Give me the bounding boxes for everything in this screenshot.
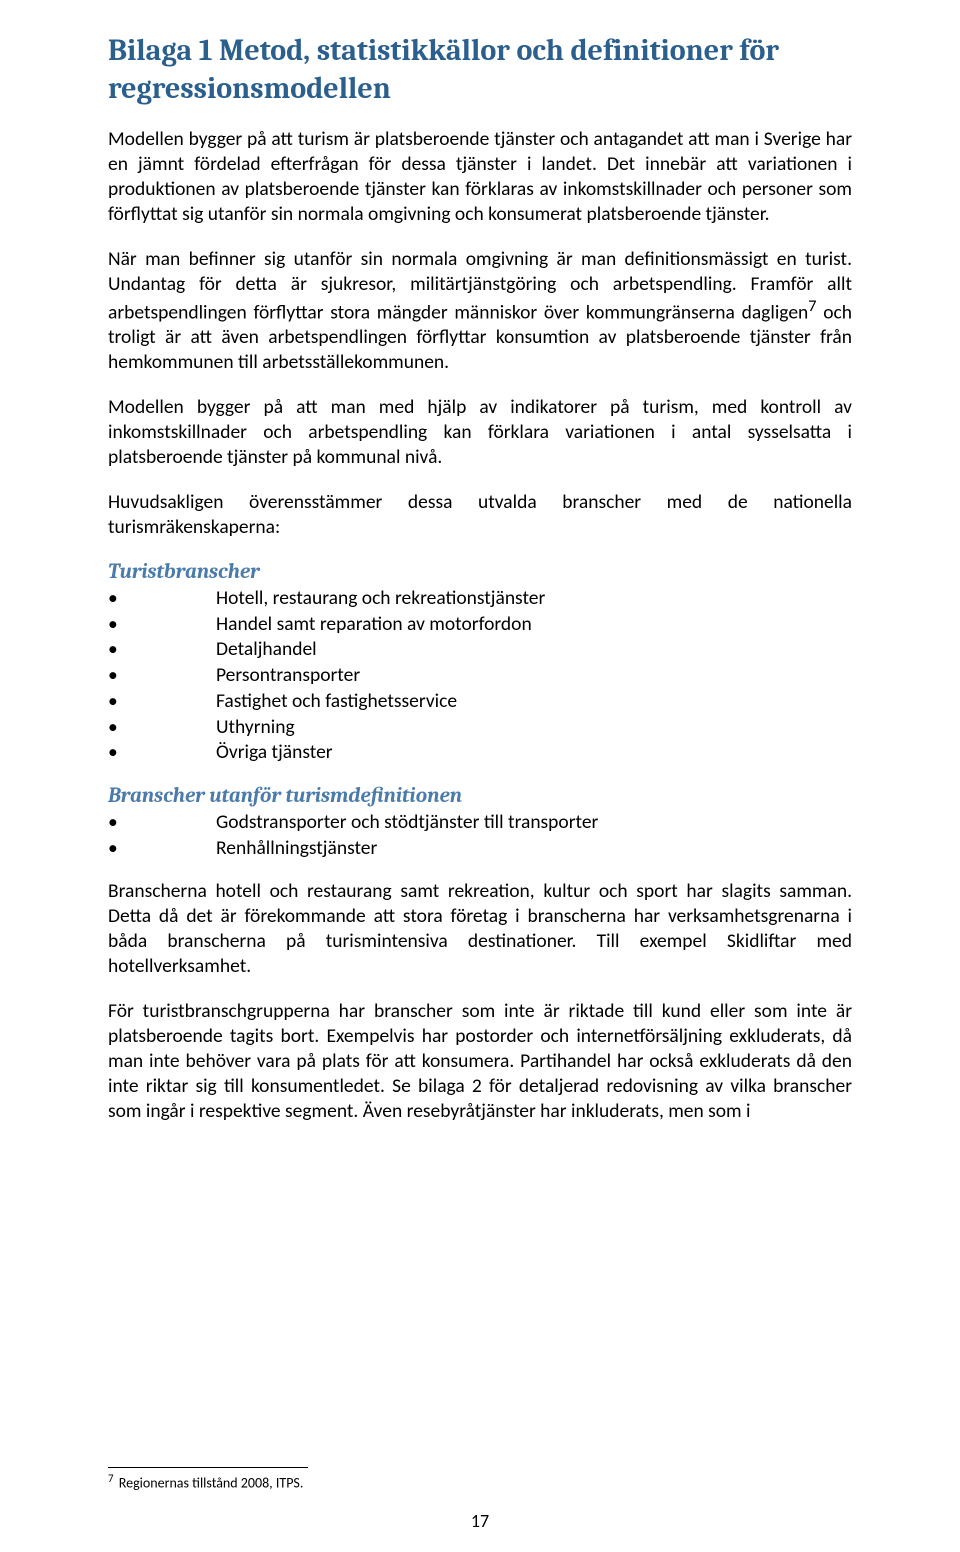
page-number: 17 xyxy=(0,1510,960,1532)
bullet-icon: • xyxy=(108,810,216,836)
list-item-text: Uthyrning xyxy=(216,715,295,741)
bullet-icon: • xyxy=(108,689,216,715)
list-item: •Persontransporter xyxy=(108,663,852,689)
list-item-text: Fastighet och fastighetsservice xyxy=(216,689,457,715)
paragraph-2: När man befinner sig utanför sin normala… xyxy=(108,247,852,375)
footnote-rule xyxy=(108,1467,308,1468)
list-item: •Godstransporter och stödtjänster till t… xyxy=(108,810,852,836)
list-item: •Fastighet och fastighetsservice xyxy=(108,689,852,715)
list-item-text: Handel samt reparation av motorfordon xyxy=(216,612,532,638)
bullet-icon: • xyxy=(108,663,216,689)
list-item: •Detaljhandel xyxy=(108,637,852,663)
list-item: •Renhållningstjänster xyxy=(108,836,852,862)
list-item: •Handel samt reparation av motorfordon xyxy=(108,612,852,638)
bullet-icon: • xyxy=(108,836,216,862)
subheading-branscher-utanfor: Branscher utanför turismdefinitionen xyxy=(108,784,852,808)
list-item-text: Detaljhandel xyxy=(216,637,317,663)
footnote-ref-7: 7 xyxy=(808,297,816,316)
document-page: Bilaga 1 Metod, statistikkällor och defi… xyxy=(0,0,960,1552)
bullet-icon: • xyxy=(108,586,216,612)
bullet-icon: • xyxy=(108,740,216,766)
list-item-text: Godstransporter och stödtjänster till tr… xyxy=(216,810,598,836)
footnote-text: Regionernas tillstånd 2008, ITPS. xyxy=(116,1474,304,1491)
bullet-icon: • xyxy=(108,715,216,741)
list-item: •Hotell, restaurang och rekreationstjäns… xyxy=(108,586,852,612)
list-item-text: Hotell, restaurang och rekreationstjänst… xyxy=(216,586,545,612)
subheading-turistbranscher: Turistbranscher xyxy=(108,560,852,584)
bullet-icon: • xyxy=(108,637,216,663)
bullet-list-turistbranscher: •Hotell, restaurang och rekreationstjäns… xyxy=(108,586,852,766)
paragraph-3: Modellen bygger på att man med hjälp av … xyxy=(108,395,852,470)
list-item-text: Renhållningstjänster xyxy=(216,836,377,862)
list-item-text: Övriga tjänster xyxy=(216,740,333,766)
paragraph-5: Branscherna hotell och restaurang samt r… xyxy=(108,879,852,979)
paragraph-6: För turistbranschgrupperna har branscher… xyxy=(108,999,852,1124)
page-title: Bilaga 1 Metod, statistikkällor och defi… xyxy=(108,32,852,107)
footnote-number: 7 xyxy=(108,1472,114,1485)
list-item: •Uthyrning xyxy=(108,715,852,741)
list-item-text: Persontransporter xyxy=(216,663,360,689)
footnote-7: 7 Regionernas tillstånd 2008, ITPS. xyxy=(108,1472,852,1492)
paragraph-2a: När man befinner sig utanför sin normala… xyxy=(108,247,852,324)
list-item: •Övriga tjänster xyxy=(108,740,852,766)
bullet-list-branscher-utanfor: •Godstransporter och stödtjänster till t… xyxy=(108,810,852,861)
footnote-area: 7 Regionernas tillstånd 2008, ITPS. xyxy=(108,1467,852,1492)
bullet-icon: • xyxy=(108,612,216,638)
paragraph-4: Huvudsakligen överensstämmer dessa utval… xyxy=(108,490,852,540)
paragraph-1: Modellen bygger på att turism är platsbe… xyxy=(108,127,852,227)
